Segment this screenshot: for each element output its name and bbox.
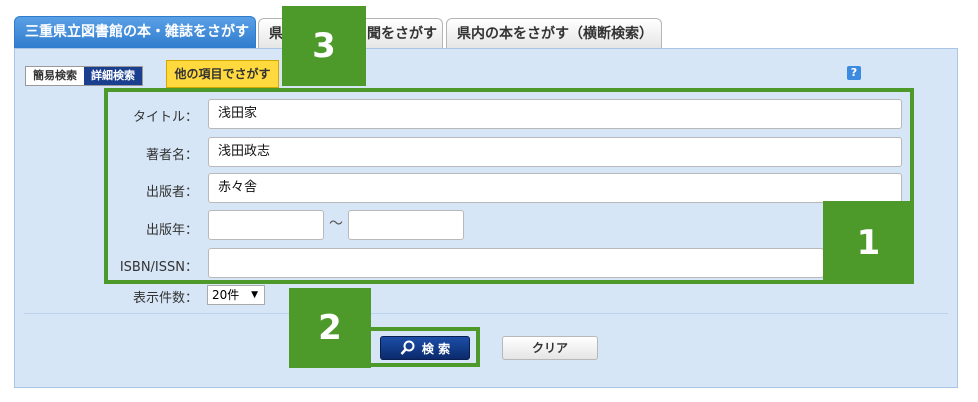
help-icon[interactable]: ? xyxy=(847,66,861,80)
detail-search-toggle[interactable]: 詳細検索 xyxy=(84,67,142,85)
divider xyxy=(24,313,948,314)
callout-frame-fields xyxy=(104,88,914,284)
other-items-tab[interactable]: 他の項目でさがす xyxy=(166,60,279,88)
dropdown-arrow-icon: ▼ xyxy=(251,290,258,300)
callout-number-2: 2 xyxy=(289,288,371,368)
callout-frame-search-button xyxy=(371,327,480,367)
search-mode-switch: 簡易検索 詳細検索 xyxy=(25,66,143,86)
callout-number-3: 3 xyxy=(282,6,366,86)
result-count-select[interactable]: 20件 ▼ xyxy=(207,285,265,305)
callout-number-1: 1 xyxy=(823,201,914,284)
tab-prefectural-library[interactable]: 三重県立図書館の本・雑誌をさがす xyxy=(14,16,256,48)
tab-cross-search[interactable]: 県内の本をさがす（横断検索） xyxy=(446,18,662,48)
count-label: 表示件数： xyxy=(132,291,198,306)
result-count-value: 20件 xyxy=(212,288,240,302)
simple-search-toggle[interactable]: 簡易検索 xyxy=(26,67,84,85)
clear-button[interactable]: クリア xyxy=(502,336,598,360)
